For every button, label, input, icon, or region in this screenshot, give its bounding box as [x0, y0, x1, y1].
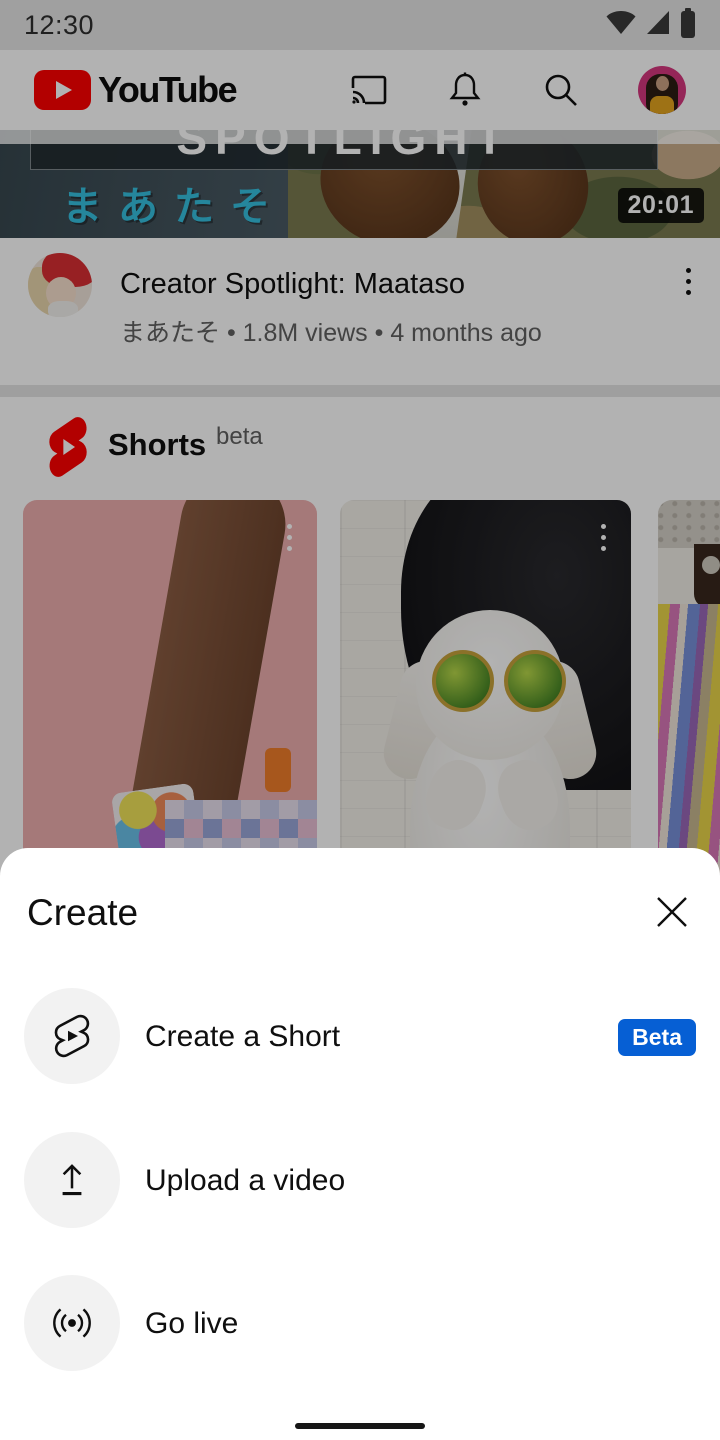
youtube-app-screen: 12:30 YouTube [0, 0, 720, 1440]
menu-item-go-live[interactable]: Go live [0, 1263, 720, 1383]
sheet-title: Create [27, 892, 138, 934]
menu-item-create-short[interactable]: Create a Short Beta [0, 976, 720, 1096]
close-icon[interactable] [648, 888, 696, 936]
menu-item-label: Go live [145, 1307, 238, 1341]
menu-item-upload-video[interactable]: Upload a video [0, 1120, 720, 1240]
home-indicator[interactable] [295, 1423, 425, 1429]
beta-badge: Beta [618, 1019, 696, 1056]
menu-item-label: Create a Short [145, 1020, 340, 1054]
create-bottom-sheet: Create Create a Short Beta [0, 848, 720, 1440]
upload-icon [24, 1132, 120, 1228]
shorts-outline-icon [24, 988, 120, 1084]
menu-item-label: Upload a video [145, 1164, 345, 1198]
broadcast-icon [24, 1275, 120, 1371]
